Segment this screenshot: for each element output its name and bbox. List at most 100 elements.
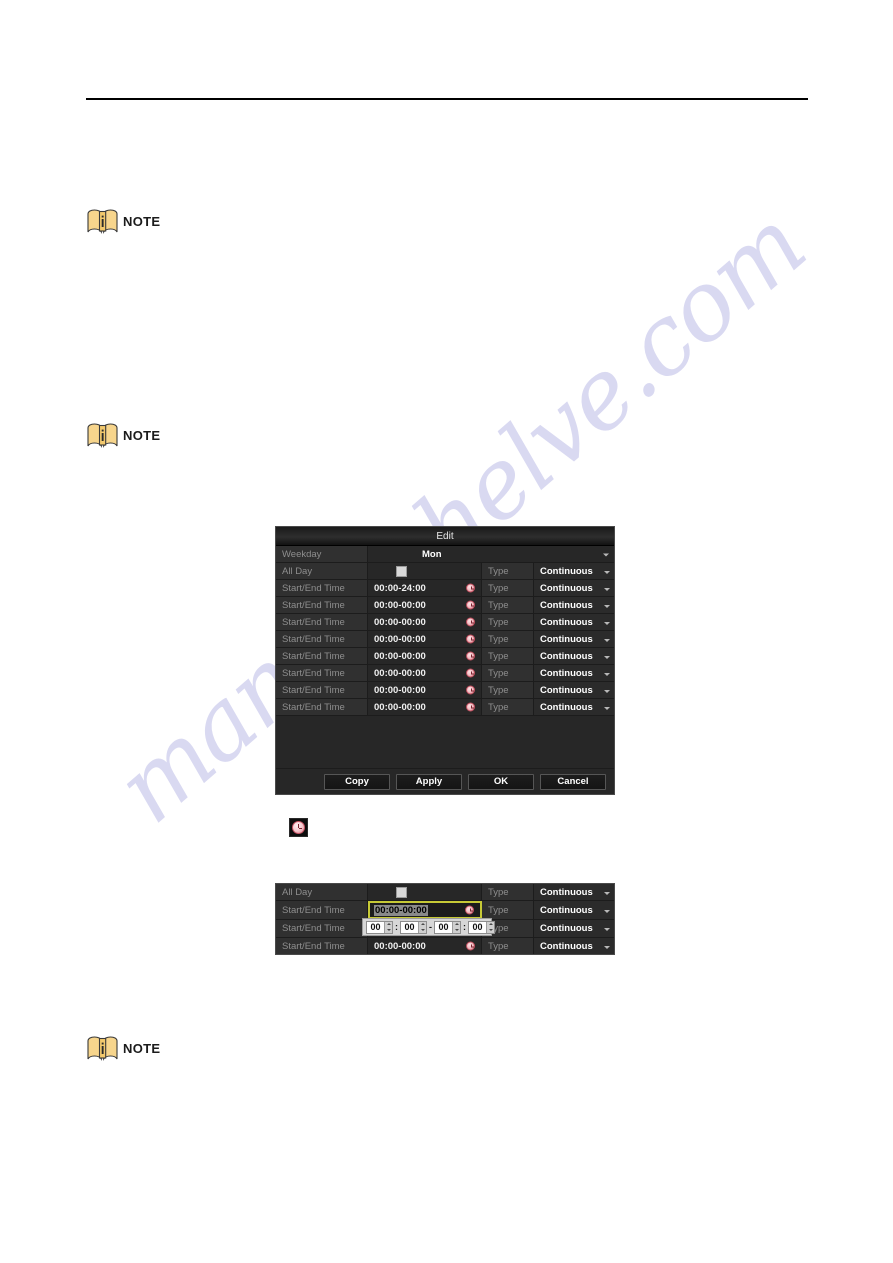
start-end-time-field[interactable]: 00:00-00:00 xyxy=(368,938,482,954)
type-label: Type xyxy=(482,597,534,613)
type-value: Continuous xyxy=(540,923,593,934)
note-book-icon xyxy=(86,208,119,235)
chevron-down-icon xyxy=(604,905,610,916)
type-dropdown[interactable]: Continuous xyxy=(534,648,614,664)
all-day-checkbox[interactable] xyxy=(396,565,407,577)
end-hour-arrows[interactable] xyxy=(452,921,460,933)
all-day-row: All Day Type Continuous xyxy=(276,884,614,901)
time-picker-popup[interactable]: 00 : 00 - 00: 00 xyxy=(362,918,495,936)
start-end-time-field[interactable]: 00:00-00:00 xyxy=(368,648,482,664)
type-dropdown[interactable]: Continuous xyxy=(534,597,614,613)
note-block-3: NOTE xyxy=(86,1035,160,1062)
clock-icon[interactable] xyxy=(466,617,475,627)
start-end-time-label: Start/End Time xyxy=(276,597,368,613)
schedule-row: Start/End Time 00:00-00:00 Type Continuo… xyxy=(276,665,614,682)
time-colon-separator-2: : xyxy=(463,921,466,932)
start-end-time-field[interactable]: 00:00-00:00 xyxy=(368,597,482,613)
apply-button[interactable]: Apply xyxy=(396,773,462,790)
type-dropdown[interactable]: Continuous xyxy=(534,563,614,579)
arrow-down-icon[interactable] xyxy=(453,927,460,933)
type-dropdown[interactable]: Continuous xyxy=(534,699,614,715)
start-end-time-field[interactable]: 00:00-00:00 xyxy=(368,631,482,647)
chevron-down-icon xyxy=(604,651,610,662)
note-label: NOTE xyxy=(123,427,161,443)
start-end-time-value: 00:00-24:00 xyxy=(374,582,426,594)
weekday-label: Weekday xyxy=(276,546,368,562)
start-hour-arrows[interactable] xyxy=(384,921,392,933)
cancel-button[interactable]: Cancel xyxy=(540,773,606,790)
schedule-row: Start/End Time 00:00-00:00 Type Continuo… xyxy=(276,682,614,699)
end-minute-arrows[interactable] xyxy=(486,921,494,933)
start-end-time-field[interactable]: 00:00-00:00 xyxy=(368,682,482,698)
type-dropdown[interactable]: Continuous xyxy=(534,682,614,698)
clock-icon[interactable] xyxy=(466,583,475,593)
type-dropdown[interactable]: Continuous xyxy=(534,614,614,630)
type-label: Type xyxy=(482,938,534,954)
start-end-time-field[interactable]: 00:00-00:00 xyxy=(368,614,482,630)
all-day-checkbox-cell[interactable] xyxy=(368,884,482,900)
start-hour-value: 00 xyxy=(367,921,384,933)
start-end-time-value: 00:00-00:00 xyxy=(374,650,426,662)
type-dropdown[interactable]: Continuous xyxy=(534,631,614,647)
start-minute-value: 00 xyxy=(401,921,418,933)
time-picker-row: Start/End Time Type Continuous 00 : 00 -… xyxy=(276,918,614,938)
start-end-time-field-focused[interactable]: 00:00-00:00 xyxy=(368,901,482,919)
type-dropdown[interactable]: Continuous xyxy=(534,580,614,596)
clock-icon[interactable] xyxy=(466,685,475,695)
chevron-down-icon xyxy=(604,600,610,611)
clock-icon[interactable] xyxy=(466,634,475,644)
weekday-row: Weekday Mon xyxy=(276,546,614,563)
end-hour-value: 00 xyxy=(435,921,452,933)
start-hour-stepper[interactable]: 00 xyxy=(366,920,393,934)
page-header-rule xyxy=(86,98,808,100)
start-minute-stepper[interactable]: 00 xyxy=(400,920,427,934)
type-dropdown[interactable]: Continuous xyxy=(534,901,614,919)
all-day-checkbox-cell[interactable] xyxy=(368,563,482,579)
end-minute-stepper[interactable]: 00 xyxy=(468,920,495,934)
start-minute-arrows[interactable] xyxy=(418,921,426,933)
arrow-down-icon[interactable] xyxy=(385,927,392,933)
type-dropdown[interactable]: Continuous xyxy=(534,884,614,900)
start-end-time-label: Start/End Time xyxy=(276,631,368,647)
chevron-down-icon xyxy=(604,941,610,952)
type-value: Continuous xyxy=(540,667,593,679)
arrow-down-icon[interactable] xyxy=(419,927,426,933)
all-day-label: All Day xyxy=(276,884,368,900)
chevron-down-icon xyxy=(603,549,609,560)
all-day-checkbox[interactable] xyxy=(396,886,407,898)
clock-icon[interactable] xyxy=(466,941,475,951)
clock-icon[interactable] xyxy=(466,702,475,712)
arrow-down-icon[interactable] xyxy=(487,927,494,933)
start-end-time-field[interactable]: 00:00-00:00 xyxy=(368,665,482,681)
start-end-time-value: 00:00-00:00 xyxy=(374,701,426,713)
clock-icon[interactable] xyxy=(466,668,475,678)
type-value: Continuous xyxy=(540,684,593,696)
weekday-dropdown[interactable]: Mon xyxy=(368,546,614,562)
type-dropdown[interactable]: Continuous xyxy=(534,920,614,937)
clock-icon[interactable] xyxy=(466,600,475,610)
type-value: Continuous xyxy=(540,565,593,577)
note-block-2: NOTE xyxy=(86,422,160,449)
type-dropdown[interactable]: Continuous xyxy=(534,938,614,954)
copy-button[interactable]: Copy xyxy=(324,773,390,790)
clock-icon[interactable] xyxy=(466,651,475,661)
ok-button[interactable]: OK xyxy=(468,773,534,790)
schedule-row: Start/End Time 00:00-00:00 Type Continuo… xyxy=(276,938,614,954)
clock-icon-figure xyxy=(289,818,308,837)
start-end-time-label: Start/End Time xyxy=(276,665,368,681)
chevron-down-icon xyxy=(604,887,610,898)
start-end-time-field[interactable]: 00:00-24:00 xyxy=(368,580,482,596)
clock-icon[interactable] xyxy=(465,905,474,915)
start-end-time-value: 00:00-00:00 xyxy=(374,904,428,916)
note-label: NOTE xyxy=(123,1040,161,1056)
start-end-time-field[interactable]: 00:00-00:00 xyxy=(368,699,482,715)
time-dash-separator: - xyxy=(429,921,432,932)
type-value: Continuous xyxy=(540,582,593,594)
start-end-time-label: Start/End Time xyxy=(276,901,368,919)
detail-panel-body: All Day Type Continuous Start/End Time 0… xyxy=(276,884,614,954)
type-dropdown[interactable]: Continuous xyxy=(534,665,614,681)
end-hour-stepper[interactable]: 00 xyxy=(434,920,461,934)
type-label: Type xyxy=(482,884,534,900)
chevron-down-icon xyxy=(604,617,610,628)
start-end-time-label: Start/End Time xyxy=(276,699,368,715)
